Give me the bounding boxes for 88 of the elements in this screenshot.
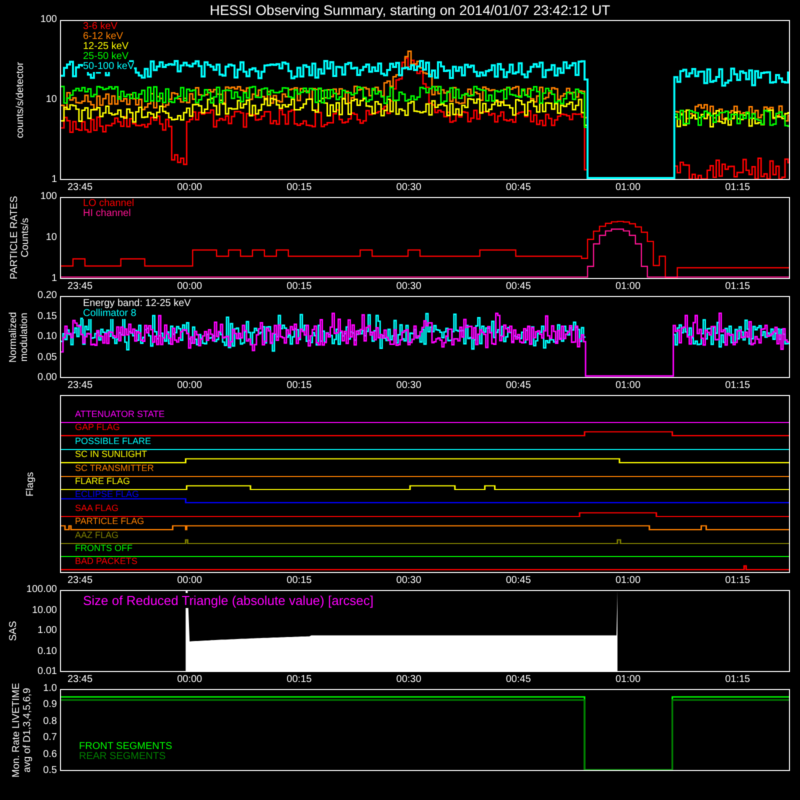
flag-label: SAA FLAG [75,504,119,512]
tick-label: 00:00 [177,575,202,587]
tick-label: 0.20 [38,290,57,302]
tick-label: 0.10 [38,646,57,658]
tick-label: 100 [40,191,57,203]
tick-label: 01:15 [725,674,750,686]
tick-label: 00:15 [286,281,312,293]
flag-label: SC IN SUNLIGHT [75,450,148,458]
legend-label: 3-6 keV [83,22,118,32]
tick-label: 1 [51,273,57,285]
tick-label: 23:45 [67,281,93,293]
tick-label: 00:30 [396,674,422,686]
legend-label: 25-50 keV [83,52,129,62]
tick-label: 0.10 [38,331,57,343]
tick-label: 01:00 [615,575,641,587]
tick-label: 0.01 [38,666,57,678]
axis-title: Flags [24,472,36,496]
tick-label: 00:15 [286,182,312,194]
flag-label: PARTICLE FLAG [75,517,144,526]
tick-label: 00:00 [177,674,202,686]
tick-label: 00:45 [506,575,531,587]
axis-title: counts/s/detector [14,62,26,138]
tick-label: 00:15 [286,575,312,587]
tick-label: 01:15 [725,281,750,293]
tick-label: 01:15 [725,182,750,194]
tick-label: 00:30 [396,281,422,293]
tick-label: 00:00 [177,281,202,293]
tick-label: 00:30 [396,380,422,392]
tick-label: 01:00 [615,281,641,293]
tick-label: 23:45 [67,380,93,392]
axis-title: SAS [8,620,19,641]
tick-label: 00:45 [506,182,531,194]
flag-label: FRONTS OFF [75,544,132,552]
tick-label: 00:00 [177,380,202,392]
axis-title: PARTICLE RATES Counts/s [9,196,32,280]
tick-label: 01:00 [615,380,641,392]
axis-title: Mon. Rate LIVETIME avg of D1,3,4,5,6,9 [10,682,33,778]
tick-label: 100 [40,14,57,26]
tick-label: 1.00 [38,625,57,637]
tick-label: 10.00 [32,604,57,616]
tick-label: 0.9 [43,699,57,712]
tick-label: 23:45 [67,182,93,194]
legend-label: 12-25 keV [83,42,129,52]
tick-label: 1 [51,174,57,186]
tick-label: 0.6 [43,748,57,761]
flag-label: POSSIBLE FLARE [75,436,152,445]
tick-label: 0.5 [43,764,57,777]
legend-label: FRONT SEGMENTS [79,742,172,752]
tick-label: 00:45 [506,281,531,293]
flag-label: ECLIPSE FLAG [75,490,140,498]
flag-label: AAZ FLAG [75,530,119,539]
tick-label: 100.00 [26,584,57,596]
tick-label: 00:45 [506,380,531,392]
tick-label: 0.15 [38,310,57,322]
tick-label: 00:15 [286,674,312,686]
flag-label: ATTENUATOR STATE [75,410,165,418]
tick-label: 0.8 [43,716,57,728]
legend-label: Energy band: 12-25 keV [83,299,191,309]
tick-label: 1.0 [43,683,57,695]
tick-label: 10 [46,94,57,106]
tick-label: 0.05 [38,352,57,364]
tick-label: 01:15 [725,575,750,587]
legend-label: Collimator 8 [83,309,136,319]
tick-label: 01:00 [615,674,641,686]
tick-label: 00:45 [506,674,531,686]
tick-label: 10 [46,232,57,244]
flag-label: GAP FLAG [75,423,120,432]
tick-label: 00:15 [286,380,312,392]
legend-label: 6-12 keV [83,32,124,42]
chart-title: HESSI Observing Summary, starting on 2014/01/07 23:42:12 UT [210,2,610,18]
legend-label: HI channel [83,209,131,219]
flag-label: BAD PACKETS [75,557,138,566]
flag-label: SC TRANSMITTER [75,464,154,472]
tick-label: 00:00 [177,182,202,194]
tick-label: 23:45 [67,575,93,587]
axis-title: Normalized modulation [8,312,30,362]
flag-label: FLARE FLAG [75,476,130,485]
tick-label: 0.00 [38,372,57,384]
legend-label: LO channel [83,199,134,209]
legend-label: 50-100 keV [83,62,134,72]
tick-label: 00:30 [396,182,422,194]
legend-label: Size of Reduced Triangle (absolute value) [arcsec] [83,593,374,608]
tick-label: 00:30 [396,575,422,587]
tick-label: 01:00 [615,182,641,194]
tick-label: 01:15 [725,380,750,392]
tick-label: 0.7 [43,732,57,744]
tick-label: 23:45 [67,674,93,686]
legend-label: REAR SEGMENTS [79,752,166,762]
